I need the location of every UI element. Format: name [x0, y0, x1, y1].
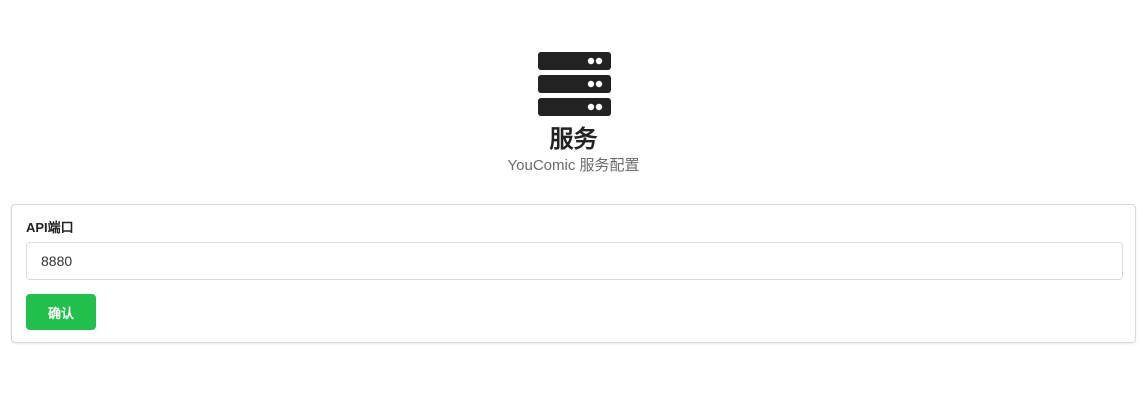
server-icon	[538, 52, 611, 116]
api-port-label: API端口	[26, 220, 74, 235]
config-card: API端口 确认	[11, 204, 1136, 343]
api-port-input[interactable]	[26, 242, 1123, 280]
page-title: 服务	[549, 126, 598, 153]
confirm-button[interactable]: 确认	[26, 294, 96, 330]
page-subtitle: YouComic 服务配置	[507, 157, 640, 174]
